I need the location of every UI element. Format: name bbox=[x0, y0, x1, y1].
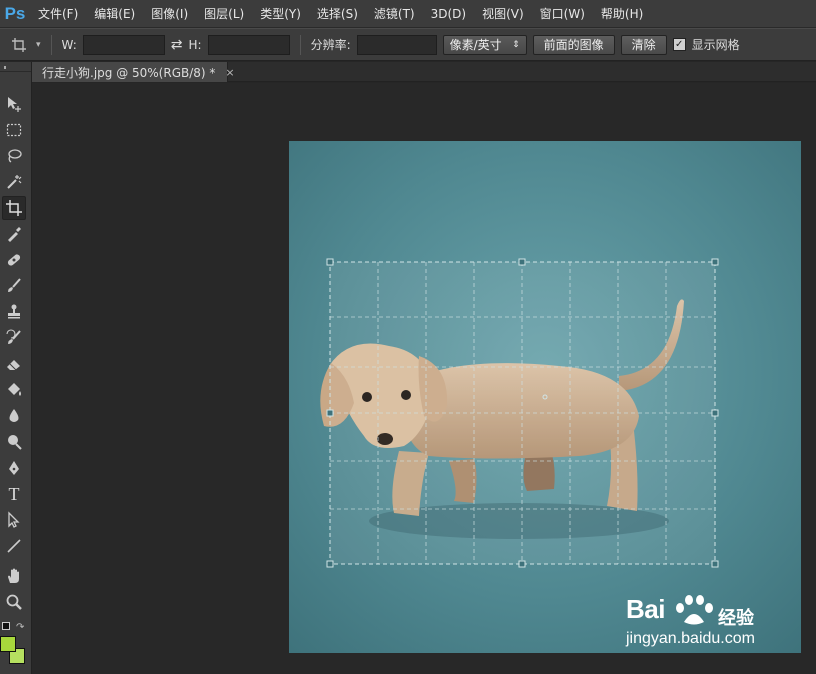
separator bbox=[299, 34, 301, 55]
checkmark-icon: ✓ bbox=[674, 38, 684, 50]
hand-tool[interactable] bbox=[2, 564, 26, 588]
swap-colors-icon[interactable]: ↷ bbox=[16, 622, 24, 633]
menu-bar: Ps 文件(F) 编辑(E) 图像(I) 图层(L) 类型(Y) 选择(S) 滤… bbox=[0, 0, 816, 28]
line-tool[interactable] bbox=[2, 534, 26, 558]
resolution-input[interactable] bbox=[356, 34, 437, 55]
paint-bucket-tool[interactable] bbox=[2, 378, 26, 402]
crop-icon bbox=[6, 200, 22, 216]
baidu-jingyan-watermark: Bai 经验 jingyan.baidu.com bbox=[622, 590, 782, 654]
paw-icon bbox=[676, 595, 713, 625]
dodge-tool[interactable] bbox=[2, 430, 26, 454]
chevron-updown-icon: ⇕ bbox=[512, 39, 520, 50]
height-label: H: bbox=[188, 37, 202, 52]
eyedropper-icon bbox=[8, 227, 21, 242]
crop-tool[interactable] bbox=[2, 196, 26, 220]
line-icon bbox=[7, 539, 21, 553]
marquee-icon bbox=[6, 123, 22, 137]
brush-icon bbox=[8, 278, 21, 292]
show-grid-checkbox[interactable]: ✓ bbox=[672, 38, 686, 51]
pen-icon bbox=[9, 461, 19, 475]
tools-panel: T bbox=[0, 62, 32, 674]
close-icon[interactable]: × bbox=[225, 66, 234, 79]
photoshop-logo: Ps bbox=[4, 3, 26, 23]
width-label: W: bbox=[61, 37, 77, 52]
resolution-label: 分辨率: bbox=[310, 38, 351, 52]
preset-dropdown-icon[interactable]: ▾ bbox=[36, 40, 41, 50]
pen-tool[interactable] bbox=[2, 456, 26, 480]
foreground-color-swatch[interactable] bbox=[0, 636, 16, 652]
type-tool[interactable]: T bbox=[2, 482, 26, 506]
bandage-icon bbox=[7, 254, 21, 266]
height-input[interactable] bbox=[207, 34, 290, 55]
front-image-button[interactable]: 前面的图像 bbox=[532, 34, 615, 55]
bucket-icon bbox=[8, 383, 21, 396]
width-input[interactable] bbox=[82, 34, 165, 55]
history-brush-tool[interactable] bbox=[2, 326, 26, 350]
menu-layer[interactable]: 图层(L) bbox=[196, 0, 252, 28]
menu-select[interactable]: 选择(S) bbox=[309, 0, 366, 28]
watermark-cn: 经验 bbox=[718, 608, 754, 629]
resolution-unit-select[interactable]: 像素/英寸 ⇕ bbox=[442, 34, 527, 55]
panel-grip[interactable] bbox=[0, 62, 31, 72]
dodge-icon bbox=[8, 435, 22, 450]
menu-type[interactable]: 类型(Y) bbox=[252, 0, 309, 28]
menu-edit[interactable]: 编辑(E) bbox=[86, 0, 143, 28]
magic-wand-icon bbox=[7, 175, 22, 189]
default-colors-icon[interactable] bbox=[2, 622, 10, 630]
lasso-icon bbox=[8, 149, 22, 163]
path-selection-tool[interactable] bbox=[2, 508, 26, 532]
zoom-tool[interactable] bbox=[2, 590, 26, 614]
watermark-brand: Bai bbox=[626, 594, 665, 624]
move-tool[interactable] bbox=[2, 92, 26, 116]
arrow-icon bbox=[8, 511, 20, 528]
menu-window[interactable]: 窗口(W) bbox=[532, 0, 593, 28]
healing-brush-tool[interactable] bbox=[2, 248, 26, 272]
crop-grid-overlay[interactable] bbox=[289, 141, 801, 653]
move-icon bbox=[8, 97, 21, 112]
marquee-tool[interactable] bbox=[2, 118, 26, 142]
menu-file[interactable]: 文件(F) bbox=[30, 0, 86, 28]
hand-icon bbox=[8, 568, 19, 583]
lasso-tool[interactable] bbox=[2, 144, 26, 168]
brush-tool[interactable] bbox=[2, 274, 26, 298]
options-bar: ▾ W: ⇄ H: 分辨率: 像素/英寸 ⇕ 前面的图像 清除 ✓ 显示网格 bbox=[0, 28, 816, 61]
zoom-icon bbox=[6, 594, 22, 610]
magic-wand-tool[interactable] bbox=[2, 170, 26, 194]
menu-help[interactable]: 帮助(H) bbox=[593, 0, 651, 28]
show-grid-label: 显示网格 bbox=[691, 38, 740, 52]
document-tab[interactable]: 行走小狗.jpg @ 50%(RGB/8) * × bbox=[32, 62, 235, 82]
eyedropper-tool[interactable] bbox=[2, 222, 26, 246]
clear-button[interactable]: 清除 bbox=[620, 34, 667, 55]
blur-tool[interactable] bbox=[2, 404, 26, 428]
document-tab-bar: 行走小狗.jpg @ 50%(RGB/8) * × bbox=[32, 62, 816, 82]
eraser-tool[interactable] bbox=[2, 352, 26, 376]
separator bbox=[50, 34, 52, 55]
clone-stamp-tool[interactable] bbox=[2, 300, 26, 324]
document-image[interactable] bbox=[289, 141, 801, 653]
menu-view[interactable]: 视图(V) bbox=[474, 0, 532, 28]
type-icon: T bbox=[8, 483, 20, 504]
eraser-icon bbox=[7, 360, 20, 371]
document-tab-title: 行走小狗.jpg @ 50%(RGB/8) * bbox=[42, 65, 216, 80]
watermark-url: jingyan.baidu.com bbox=[626, 630, 755, 647]
drop-icon bbox=[9, 409, 19, 422]
menu-filter[interactable]: 滤镜(T) bbox=[366, 0, 423, 28]
menu-3d[interactable]: 3D(D) bbox=[423, 0, 474, 28]
stamp-icon bbox=[8, 304, 20, 319]
swap-dimensions-icon[interactable]: ⇄ bbox=[171, 37, 183, 53]
crop-preset-icon[interactable] bbox=[8, 34, 30, 56]
history-brush-icon bbox=[6, 329, 21, 344]
resolution-unit-value: 像素/英寸 bbox=[449, 38, 502, 52]
menu-image[interactable]: 图像(I) bbox=[143, 0, 196, 28]
